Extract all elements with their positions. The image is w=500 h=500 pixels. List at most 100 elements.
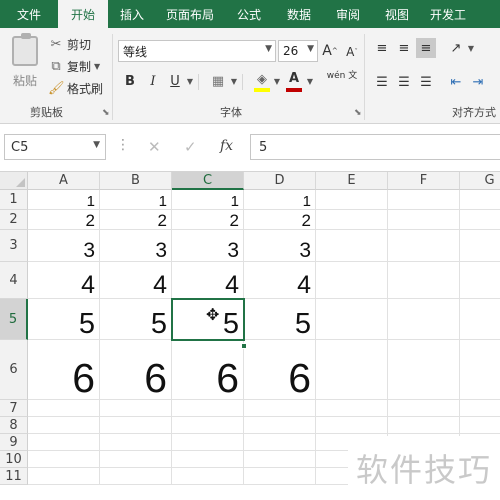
row-header-6[interactable]: 6 <box>0 340 28 400</box>
increase-font-size-button[interactable]: A ^ <box>320 41 340 61</box>
cell-b2[interactable]: 2 <box>100 210 172 230</box>
tab-file[interactable]: 文件 <box>0 0 58 28</box>
cell-a3[interactable]: 3 <box>28 230 100 262</box>
cell-e6[interactable] <box>316 340 388 400</box>
cell-c4[interactable]: 4 <box>172 262 244 299</box>
cell-a9[interactable] <box>28 434 100 451</box>
row-header-3[interactable]: 3 <box>0 230 28 262</box>
row-header-8[interactable]: 8 <box>0 417 28 434</box>
align-bottom-icon[interactable]: ≡ <box>416 38 436 58</box>
cell-b1[interactable]: 1 <box>100 190 172 210</box>
row-header-9[interactable]: 9 <box>0 434 28 451</box>
column-header-d[interactable]: D <box>244 172 316 190</box>
phonetic-guide-button[interactable]: wén 文 <box>325 71 359 82</box>
cell-a10[interactable] <box>28 451 100 468</box>
cancel-icon[interactable]: ✕ <box>148 138 161 156</box>
font-dialog-launcher-icon[interactable]: ⬊ <box>354 108 362 118</box>
cell-f1[interactable] <box>388 190 460 210</box>
cell-g2[interactable] <box>460 210 500 230</box>
cell-d9[interactable] <box>244 434 316 451</box>
cell-c6[interactable]: 6 <box>172 340 244 400</box>
cell-g4[interactable] <box>460 262 500 299</box>
column-header-f[interactable]: F <box>388 172 460 190</box>
column-header-c[interactable]: C <box>172 172 244 190</box>
font-family-select[interactable]: 等线 ▼ <box>118 40 276 62</box>
cell-a4[interactable]: 4 <box>28 262 100 299</box>
cell-c8[interactable] <box>172 417 244 434</box>
format-painter-button[interactable]: 🖌 格式刷 <box>48 78 103 98</box>
cell-d1[interactable]: 1 <box>244 190 316 210</box>
cell-d6[interactable]: 6 <box>244 340 316 400</box>
cell-b6[interactable]: 6 <box>100 340 172 400</box>
cell-a1[interactable]: 1 <box>28 190 100 210</box>
cell-d8[interactable] <box>244 417 316 434</box>
row-header-2[interactable]: 2 <box>0 210 28 230</box>
tab-data[interactable]: 数据 <box>274 0 324 28</box>
cell-c10[interactable] <box>172 451 244 468</box>
fill-handle[interactable] <box>241 343 247 349</box>
cell-b4[interactable]: 4 <box>100 262 172 299</box>
cell-d7[interactable] <box>244 400 316 417</box>
decrease-indent-icon[interactable]: ⇤ <box>446 72 466 92</box>
column-header-e[interactable]: E <box>316 172 388 190</box>
cell-b11[interactable] <box>100 468 172 485</box>
paste-button[interactable]: 粘贴 <box>6 33 44 96</box>
cell-b9[interactable] <box>100 434 172 451</box>
bold-button[interactable]: B <box>120 71 140 91</box>
cell-e4[interactable] <box>316 262 388 299</box>
cell-f4[interactable] <box>388 262 460 299</box>
enter-icon[interactable]: ✓ <box>184 138 197 156</box>
tab-home[interactable]: 开始 <box>58 0 108 28</box>
cell-f3[interactable] <box>388 230 460 262</box>
tab-developer[interactable]: 开发工 <box>422 0 500 28</box>
cell-c7[interactable] <box>172 400 244 417</box>
cell-c1[interactable]: 1 <box>172 190 244 210</box>
increase-indent-icon[interactable]: ⇥ <box>468 72 488 92</box>
cell-b5[interactable]: 5 <box>100 299 172 340</box>
cell-d4[interactable]: 4 <box>244 262 316 299</box>
underline-button[interactable]: U <box>165 71 185 91</box>
cell-f7[interactable] <box>388 400 460 417</box>
underline-dropdown-icon[interactable]: ▼ <box>185 71 195 91</box>
cell-a2[interactable]: 2 <box>28 210 100 230</box>
cell-d2[interactable]: 2 <box>244 210 316 230</box>
row-header-5[interactable]: 5 <box>0 299 28 340</box>
name-box[interactable]: C5 ▼ <box>4 134 106 160</box>
font-color-button[interactable]: A <box>284 68 304 88</box>
tab-view[interactable]: 视图 <box>372 0 422 28</box>
align-right-icon[interactable]: ☰ <box>416 72 436 92</box>
cell-c2[interactable]: 2 <box>172 210 244 230</box>
cell-c9[interactable] <box>172 434 244 451</box>
orientation-dropdown-icon[interactable]: ▼ <box>466 38 476 58</box>
cell-e1[interactable] <box>316 190 388 210</box>
italic-button[interactable]: I <box>143 71 163 91</box>
cell-e3[interactable] <box>316 230 388 262</box>
cell-e7[interactable] <box>316 400 388 417</box>
font-size-select[interactable]: 26 ▼ <box>278 40 318 62</box>
cell-e8[interactable] <box>316 417 388 434</box>
cell-f5[interactable] <box>388 299 460 340</box>
cell-g5[interactable] <box>460 299 500 340</box>
row-header-1[interactable]: 1 <box>0 190 28 210</box>
cell-c3[interactable]: 3 <box>172 230 244 262</box>
cell-f8[interactable] <box>388 417 460 434</box>
font-color-dropdown-icon[interactable]: ▼ <box>305 71 315 91</box>
cell-b10[interactable] <box>100 451 172 468</box>
column-header-b[interactable]: B <box>100 172 172 190</box>
cell-d5[interactable]: 5 <box>244 299 316 340</box>
cell-g3[interactable] <box>460 230 500 262</box>
tab-insert[interactable]: 插入 <box>108 0 156 28</box>
copy-button[interactable]: ⧉ 复制 ▼ <box>48 56 100 76</box>
select-all-button[interactable] <box>0 172 28 190</box>
column-header-g[interactable]: G <box>460 172 500 190</box>
cell-f6[interactable] <box>388 340 460 400</box>
formula-input[interactable]: 5 <box>250 134 500 160</box>
cell-b8[interactable] <box>100 417 172 434</box>
resize-handle-icon[interactable]: ⋮ <box>116 137 130 153</box>
cell-d10[interactable] <box>244 451 316 468</box>
insert-function-button[interactable]: fx <box>220 138 233 154</box>
cell-e2[interactable] <box>316 210 388 230</box>
row-header-11[interactable]: 11 <box>0 468 28 485</box>
fill-color-icon[interactable]: ◈ <box>252 69 272 89</box>
cell-g8[interactable] <box>460 417 500 434</box>
